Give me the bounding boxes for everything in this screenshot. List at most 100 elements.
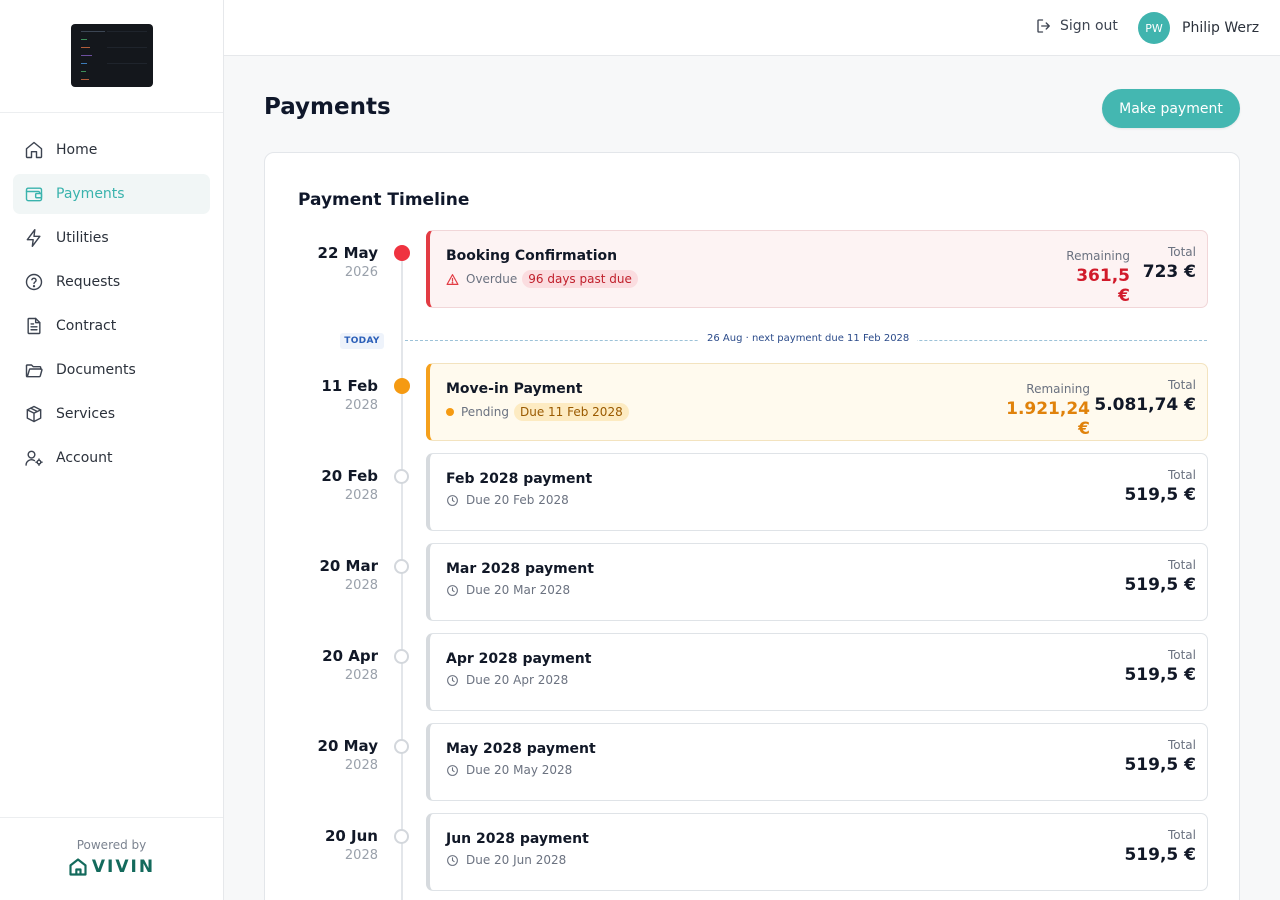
date-year: 2028 bbox=[344, 398, 378, 413]
date-day: 20 Apr bbox=[322, 647, 378, 665]
date-year: 2028 bbox=[344, 578, 378, 593]
sidebar-nav: Home Payments Utilities Requests Contrac… bbox=[0, 113, 223, 478]
logo-image[interactable] bbox=[70, 23, 153, 87]
sidebar-item-account[interactable]: Account bbox=[13, 438, 210, 478]
timeline-dot-pending bbox=[394, 378, 410, 394]
avatar: PW bbox=[1138, 12, 1170, 44]
payment-timeline-card: Payment Timeline 22 May 2026 Booking Con… bbox=[264, 152, 1240, 900]
payment-due: Due 20 Apr 2028 bbox=[446, 673, 568, 687]
remaining-amount: Remaining 361,5 € bbox=[1060, 249, 1130, 306]
sidebar-item-requests[interactable]: Requests bbox=[13, 262, 210, 302]
due-text: Due 20 May 2028 bbox=[466, 763, 573, 777]
brand-logo[interactable]: VIVIN bbox=[68, 857, 155, 877]
total-amount: Total 519,5 € bbox=[1086, 468, 1196, 505]
timeline-date: 20 Jun 2028 bbox=[265, 827, 378, 863]
sidebar-item-label: Documents bbox=[56, 362, 136, 378]
date-day: 11 Feb bbox=[321, 377, 378, 395]
payment-name: Feb 2028 payment bbox=[446, 471, 593, 487]
powered-by-text: Powered by bbox=[76, 838, 147, 852]
sidebar-item-label: Services bbox=[56, 406, 116, 422]
payment-due: Due 20 Feb 2028 bbox=[446, 493, 569, 507]
payment-name: Jun 2028 payment bbox=[446, 831, 589, 847]
clock-icon bbox=[446, 584, 459, 597]
timeline-date: 20 May 2028 bbox=[265, 737, 378, 773]
total-value: 723 € bbox=[1142, 262, 1196, 282]
timeline-dot bbox=[394, 739, 409, 754]
document-icon bbox=[24, 316, 44, 336]
top-bar: Sign out PW Philip Werz bbox=[224, 0, 1280, 56]
total-amount: Total 519,5 € bbox=[1086, 648, 1196, 685]
remaining-amount: Remaining 1.921,24 € bbox=[990, 382, 1090, 439]
payment-entry[interactable]: Booking Confirmation Overdue 96 days pas… bbox=[426, 230, 1208, 308]
timeline-dot bbox=[394, 469, 409, 484]
total-label: Total bbox=[1167, 738, 1196, 752]
total-amount: Total 519,5 € bbox=[1086, 558, 1196, 595]
status-badge: 96 days past due bbox=[522, 270, 638, 288]
payment-status: Overdue 96 days past due bbox=[446, 270, 638, 288]
timeline-line bbox=[401, 253, 403, 900]
sidebar-item-label: Payments bbox=[56, 186, 125, 202]
total-label: Total bbox=[1167, 468, 1196, 482]
package-icon bbox=[24, 404, 44, 424]
payment-due: Due 20 Mar 2028 bbox=[446, 583, 570, 597]
payment-entry[interactable]: Feb 2028 payment Due 20 Feb 2028 Total 5… bbox=[426, 453, 1208, 531]
clock-icon bbox=[446, 764, 459, 777]
payment-name: Booking Confirmation bbox=[446, 248, 618, 264]
folder-icon bbox=[24, 360, 44, 380]
total-value: 519,5 € bbox=[1124, 575, 1196, 595]
user-menu[interactable]: PW Philip Werz bbox=[1138, 12, 1259, 44]
payment-entry[interactable]: Apr 2028 payment Due 20 Apr 2028 Total 5… bbox=[426, 633, 1208, 711]
date-year: 2026 bbox=[344, 265, 378, 280]
payment-name: Move-in Payment bbox=[446, 381, 583, 397]
help-circle-icon bbox=[24, 272, 44, 292]
payment-name: May 2028 payment bbox=[446, 741, 596, 757]
sidebar-item-services[interactable]: Services bbox=[13, 394, 210, 434]
total-value: 519,5 € bbox=[1124, 485, 1196, 505]
date-day: 20 Mar bbox=[319, 557, 378, 575]
page-title: Payments bbox=[264, 94, 391, 120]
payment-due: Due 20 May 2028 bbox=[446, 763, 572, 777]
due-text: Due 20 Apr 2028 bbox=[466, 673, 569, 687]
total-value: 5.081,74 € bbox=[1094, 395, 1196, 415]
total-value: 519,5 € bbox=[1124, 845, 1196, 865]
status-badge: Due 11 Feb 2028 bbox=[513, 403, 629, 421]
timeline-date: 20 Mar 2028 bbox=[265, 557, 378, 593]
payment-entry[interactable]: May 2028 payment Due 20 May 2028 Total 5… bbox=[426, 723, 1208, 801]
date-day: 20 Jun bbox=[324, 827, 378, 845]
due-text: Due 20 Jun 2028 bbox=[466, 853, 567, 867]
sidebar-item-payments[interactable]: Payments bbox=[13, 174, 210, 214]
sidebar-item-documents[interactable]: Documents bbox=[13, 350, 210, 390]
total-label: Total bbox=[1167, 648, 1196, 662]
payment-due: Due 20 Jun 2028 bbox=[446, 853, 566, 867]
house-logo-icon bbox=[69, 858, 87, 876]
logout-icon bbox=[1035, 17, 1053, 35]
sidebar: Home Payments Utilities Requests Contrac… bbox=[0, 0, 224, 900]
timeline-dot bbox=[394, 829, 409, 844]
remaining-value: 1.921,24 € bbox=[1006, 399, 1090, 439]
timeline-date: 22 May 2026 bbox=[265, 244, 378, 280]
timeline-dot bbox=[394, 649, 409, 664]
due-text: Due 20 Mar 2028 bbox=[466, 583, 571, 597]
clock-icon bbox=[446, 494, 459, 507]
sidebar-item-contract[interactable]: Contract bbox=[13, 306, 210, 346]
timeline-title: Payment Timeline bbox=[298, 190, 470, 210]
payment-entry[interactable]: Mar 2028 payment Due 20 Mar 2028 Total 5… bbox=[426, 543, 1208, 621]
timeline-date: 20 Feb 2028 bbox=[265, 467, 378, 503]
payment-name: Mar 2028 payment bbox=[446, 561, 594, 577]
payment-entry[interactable]: Move-in Payment Pending Due 11 Feb 2028 … bbox=[426, 363, 1208, 441]
clock-icon bbox=[446, 854, 459, 867]
brand-name: VIVIN bbox=[91, 857, 156, 877]
timeline-date: 11 Feb 2028 bbox=[265, 377, 378, 413]
date-day: 22 May bbox=[317, 244, 378, 262]
sidebar-item-utilities[interactable]: Utilities bbox=[13, 218, 210, 258]
total-label: Total bbox=[1167, 378, 1196, 392]
remaining-label: Remaining bbox=[1066, 249, 1130, 263]
timeline-dot bbox=[394, 559, 409, 574]
sidebar-item-home[interactable]: Home bbox=[13, 130, 210, 170]
total-label: Total bbox=[1167, 558, 1196, 572]
make-payment-button[interactable]: Make payment bbox=[1102, 89, 1240, 128]
sidebar-item-label: Utilities bbox=[56, 230, 109, 246]
payment-entry[interactable]: Jun 2028 payment Due 20 Jun 2028 Total 5… bbox=[426, 813, 1208, 891]
sign-out-button[interactable]: Sign out bbox=[1035, 17, 1118, 35]
sidebar-item-label: Home bbox=[56, 142, 98, 158]
